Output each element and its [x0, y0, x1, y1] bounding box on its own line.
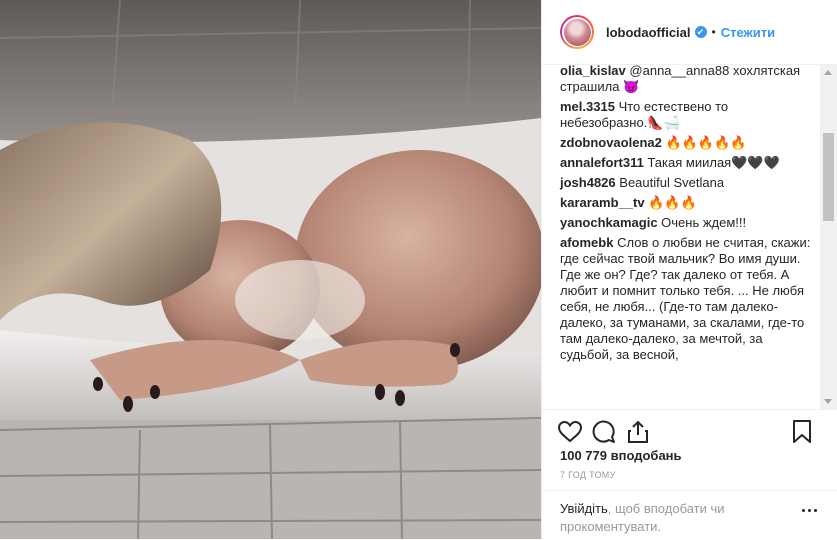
comment-text: Очень ждем!!!	[661, 215, 747, 230]
more-options-icon[interactable]	[802, 509, 817, 512]
comment-username[interactable]: afomebk	[560, 235, 613, 250]
avatar[interactable]	[560, 15, 594, 49]
verified-badge-icon: ✔	[694, 26, 707, 38]
post-sidebar: lobodaofficial ✔ • Стежити olia_kislav @…	[541, 0, 837, 539]
comment-username[interactable]: mel.3315	[560, 99, 615, 114]
separator-dot: •	[711, 25, 716, 39]
instagram-post: lobodaofficial ✔ • Стежити olia_kislav @…	[0, 0, 837, 539]
post-timestamp[interactable]: 7 ГОД ТОМУ	[560, 470, 616, 480]
share-icon[interactable]	[624, 418, 652, 446]
comment-text: 🔥🔥🔥🔥🔥	[665, 135, 747, 150]
photo-bathtub-woman	[0, 0, 541, 539]
comment-username[interactable]: josh4826	[560, 175, 616, 190]
scrollbar-thumb[interactable]	[823, 133, 834, 221]
comment-item: yanochkamagic Очень ждем!!!	[560, 215, 818, 231]
post-actions: 100 779 вподобань 7 ГОД ТОМУ Увійдіть, щ…	[542, 409, 837, 539]
comment-item: josh4826 Beautiful Svetlana	[560, 175, 818, 191]
comment-username[interactable]: yanochkamagic	[560, 215, 658, 230]
comments-scrollbar[interactable]	[820, 65, 837, 409]
avatar-image	[563, 18, 591, 46]
comment-item: annalefort311 Такая миилая🖤🖤🖤	[560, 155, 818, 171]
comment-text: Слов о любви не считая, скажи: где сейча…	[560, 235, 811, 362]
username-link[interactable]: lobodaofficial	[606, 25, 691, 40]
bookmark-icon[interactable]	[788, 418, 816, 446]
post-header: lobodaofficial ✔ • Стежити	[542, 0, 837, 65]
comment-item: afomebk Слов о любви не считая, скажи: г…	[560, 235, 818, 363]
comment-text: 🔥🔥🔥	[648, 195, 697, 210]
comment-text: Такая миилая🖤🖤🖤	[647, 155, 780, 170]
comment-username[interactable]: zdobnovaolena2	[560, 135, 662, 150]
post-photo[interactable]	[0, 0, 541, 539]
scroll-down-arrow-icon[interactable]	[824, 399, 832, 404]
comment-text: Beautiful Svetlana	[619, 175, 725, 190]
comment-item: kararamb__tv 🔥🔥🔥	[560, 195, 818, 211]
login-text: Увійдіть, щоб вподобати чи прокоментуват…	[560, 500, 760, 536]
comment-item: zdobnovaolena2 🔥🔥🔥🔥🔥	[560, 135, 818, 151]
comment-icon[interactable]	[590, 418, 618, 446]
comments-list[interactable]: olia_kislav @anna__anna88 хохлятская стр…	[542, 65, 837, 409]
comment-item: olia_kislav @anna__anna88 хохлятская стр…	[560, 65, 818, 95]
action-icons-row	[556, 418, 826, 446]
avatar-ring	[562, 17, 592, 47]
likes-count[interactable]: 100 779 вподобань	[560, 448, 682, 463]
heart-icon[interactable]	[556, 418, 584, 446]
login-prompt: Увійдіть, щоб вподобати чи прокоментуват…	[542, 490, 837, 540]
comment-username[interactable]: kararamb__tv	[560, 195, 645, 210]
follow-button[interactable]: Стежити	[721, 25, 775, 40]
comment-username[interactable]: olia_kislav	[560, 65, 626, 78]
login-link[interactable]: Увійдіть	[560, 501, 608, 516]
comment-username[interactable]: annalefort311	[560, 155, 644, 170]
scroll-up-arrow-icon[interactable]	[824, 70, 832, 75]
comment-item: mel.3315 Что естествено то небезобразно.…	[560, 99, 818, 131]
